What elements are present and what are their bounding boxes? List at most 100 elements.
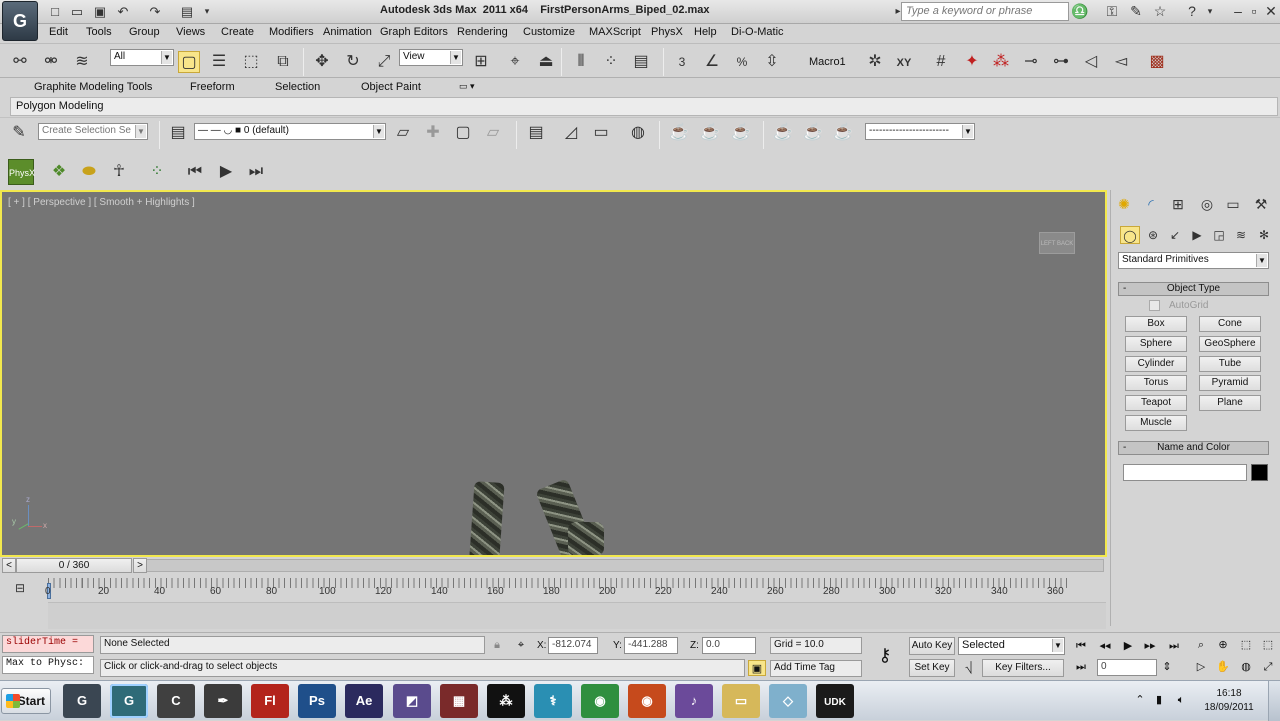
physx-icon[interactable]: PhysX (8, 159, 35, 185)
time-slider-track[interactable] (133, 559, 1104, 572)
cone-button[interactable]: Cone (1199, 316, 1261, 332)
x-coordinate-field[interactable]: -812.074 (548, 637, 598, 654)
render-setup-icon[interactable]: ▤ (525, 122, 547, 144)
taskbar-app-blackberry[interactable]: ⁂ (487, 684, 525, 718)
angle-snap-icon[interactable]: ∠ (701, 51, 723, 73)
menu-rendering[interactable]: Rendering (457, 26, 508, 38)
set-current-layer-icon[interactable]: ▱ (482, 122, 504, 144)
open-file-icon[interactable]: ▭ (68, 3, 86, 20)
add-time-tag-field[interactable]: Add Time Tag (770, 660, 862, 677)
taskbar-app-folder[interactable]: ▭ (722, 684, 760, 718)
script-four-icon[interactable]: ⊸ (1020, 51, 1042, 73)
system-clock[interactable]: 16:18 18/09/2011 (1196, 687, 1262, 715)
taskbar-app-cinema[interactable]: C (157, 684, 195, 718)
layer-manager-icon[interactable]: ▤ (167, 122, 189, 144)
close-icon[interactable]: ✕ (1262, 3, 1280, 20)
script-five-icon[interactable]: ⊶ (1050, 51, 1072, 73)
tab-freeform[interactable]: Freeform (190, 81, 235, 93)
material-editor-icon[interactable]: ◍ (627, 122, 649, 144)
time-slider[interactable]: < 0 / 360 > (0, 557, 1110, 574)
unlink-icon[interactable]: ⚮ (40, 51, 62, 73)
menu-create[interactable]: Create (221, 26, 254, 38)
spinner-snap-icon[interactable]: ⇳ (761, 51, 783, 73)
script-three-icon[interactable]: ⁂ (990, 51, 1012, 73)
zoom-all-icon[interactable]: ⊕ (1214, 637, 1232, 653)
layer-dropdown[interactable]: — — ◡ ■ 0 (default) ▼ (194, 123, 386, 140)
menu-customize[interactable]: Customize (523, 26, 575, 38)
tab-selection[interactable]: Selection (275, 81, 320, 93)
select-and-move-icon[interactable]: ✥ (311, 51, 333, 73)
menu-graph-editors[interactable]: Graph Editors (380, 26, 448, 38)
window-crossing-icon[interactable]: ⧉ (272, 51, 294, 73)
object-name-input[interactable] (1123, 464, 1247, 481)
render-production-icon[interactable]: ☕ (699, 122, 721, 144)
utilities-tab-icon[interactable]: ⚒ (1250, 194, 1272, 214)
ribbon-options-icon[interactable]: ▭ ▾ (459, 81, 475, 92)
auto-key-button[interactable]: Auto Key (909, 637, 955, 655)
teapot-button[interactable]: Teapot (1125, 395, 1187, 411)
step-forward-icon[interactable]: ⏭ (245, 161, 267, 183)
cloth-icon[interactable]: ⬬ (78, 161, 100, 183)
render-frame-icon[interactable]: ☕ (668, 122, 690, 144)
play-simulation-icon[interactable]: ▶ (215, 161, 237, 183)
time-slider-prev[interactable]: < (2, 558, 16, 573)
redo-icon[interactable]: ↷ (146, 3, 164, 20)
key-icon[interactable]: ⚷ (870, 643, 900, 667)
align-icon[interactable]: ⁘ (600, 51, 622, 73)
polygon-modeling-label[interactable]: Polygon Modeling (16, 100, 103, 112)
zoom-extents-icon[interactable]: ⬚ (1237, 637, 1255, 653)
render-iterative-icon[interactable]: ☕ (730, 122, 752, 144)
viewcube[interactable]: LEFT BACK (1037, 230, 1077, 258)
go-to-end-icon[interactable]: ⏭ (1165, 638, 1183, 654)
script-six-icon[interactable]: ◁ (1080, 51, 1102, 73)
shapes-icon[interactable]: ⊛ (1143, 226, 1163, 244)
time-slider-next[interactable]: > (133, 558, 147, 573)
taskbar-app-3ds-max-active[interactable]: G (110, 684, 148, 718)
help-search-input[interactable]: Type a keyword or phrase (901, 2, 1069, 21)
z-coordinate-field[interactable]: 0.0 (702, 637, 756, 654)
create-layer-icon[interactable]: ▱ (392, 122, 414, 144)
plane-button[interactable]: Plane (1199, 395, 1261, 411)
undo-icon[interactable]: ↶ (114, 3, 132, 20)
select-object-icon[interactable]: ▢ (178, 51, 200, 73)
menu-tools[interactable]: Tools (86, 26, 112, 38)
show-desktop-button[interactable] (1268, 681, 1280, 721)
menu-edit[interactable]: Edit (49, 26, 68, 38)
favorites-icon[interactable]: ☆ (1151, 3, 1169, 20)
maxscript-listener-line2[interactable]: Max to Physc: (2, 656, 94, 674)
macro-gear-icon[interactable]: ✲ (864, 51, 886, 73)
play-icon[interactable]: ▶ (1119, 638, 1137, 654)
taskbar-app-udk[interactable]: UDK (816, 684, 854, 718)
viewport-label[interactable]: [ + ] [ Perspective ] [ Smooth + Highlig… (8, 197, 195, 208)
brick-wall-icon[interactable]: ▩ (1146, 51, 1168, 73)
default-tangent-icon[interactable]: ⎷ (960, 660, 978, 676)
menu-views[interactable]: Views (176, 26, 205, 38)
key-mode-toggle-icon[interactable]: ⏭ (1072, 659, 1090, 675)
track-bar[interactable]: ⊟ 0 20 40 60 80 100 120 140 160 180 200 220 240 260 28… (0, 575, 1110, 631)
zoom-icon[interactable]: ⌕ (1192, 637, 1210, 653)
mirror-icon[interactable]: ⫴ (570, 51, 592, 73)
torus-button[interactable]: Torus (1125, 375, 1187, 391)
select-and-link-icon[interactable]: ⚯ (9, 51, 31, 73)
right-hand-model[interactable] (568, 522, 604, 555)
go-to-start-icon[interactable]: ⏮ (1072, 638, 1090, 654)
geometry-icon[interactable]: ◯ (1120, 226, 1140, 244)
menu-animation[interactable]: Animation (323, 26, 372, 38)
subscription-icon[interactable]: ⚿ (1103, 3, 1121, 20)
geosphere-button[interactable]: GeoSphere (1199, 336, 1261, 352)
key-mode-dropdown[interactable]: Selected ▼ (958, 637, 1065, 655)
autogrid-checkbox[interactable] (1149, 300, 1160, 311)
select-manipulate-icon[interactable]: ⌖ (504, 51, 526, 73)
set-key-button[interactable]: Set Key (909, 659, 955, 677)
absolute-mode-icon[interactable]: ⌖ (512, 637, 530, 653)
y-coordinate-field[interactable]: -441.288 (624, 637, 678, 654)
create-tab-icon[interactable]: ✺ (1113, 194, 1135, 214)
rewind-icon[interactable]: ⏮ (184, 161, 206, 183)
project-folder-icon[interactable]: ▤ (178, 3, 196, 20)
display-tab-icon[interactable]: ▭ (1222, 194, 1244, 214)
select-and-rotate-icon[interactable]: ↻ (342, 51, 364, 73)
script-c-icon[interactable]: ☕ (832, 122, 854, 144)
current-frame-field[interactable]: 0 (1097, 659, 1157, 676)
menu-group[interactable]: Group (129, 26, 160, 38)
multi-edit-icon[interactable]: ⁘ (146, 161, 168, 183)
